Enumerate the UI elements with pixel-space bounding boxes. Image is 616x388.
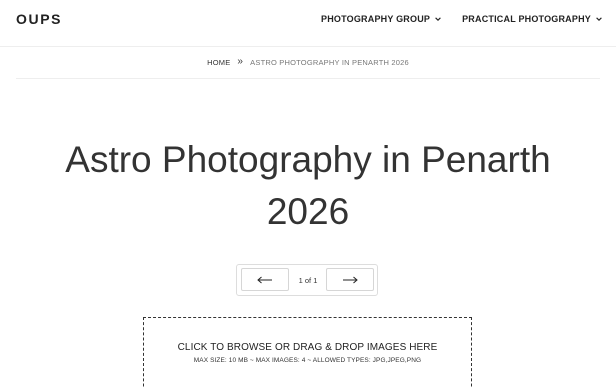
site-logo[interactable]: OUPS xyxy=(16,11,62,27)
breadcrumb-separator: » xyxy=(237,55,244,67)
nav-practical-photography[interactable]: PRACTICAL PHOTOGRAPHY xyxy=(462,14,603,24)
dropzone-instruction: CLICK TO BROWSE OR DRAG & DROP IMAGES HE… xyxy=(177,342,438,353)
page-title-line-2: 2026 xyxy=(266,191,350,232)
nav-label: PRACTICAL PHOTOGRAPHY xyxy=(462,14,591,24)
chevron-down-icon xyxy=(435,17,441,21)
chevron-down-icon xyxy=(596,17,602,21)
prev-page-button[interactable] xyxy=(241,268,289,291)
next-page-button[interactable] xyxy=(326,268,374,291)
pager: 1 of 1 xyxy=(236,264,378,296)
page-title-line-1: Astro Photography in Penarth xyxy=(65,139,551,180)
arrow-left-icon xyxy=(257,276,272,283)
page-title: Astro Photography in Penarth 2026 xyxy=(30,134,586,238)
page: OUPS PHOTOGRAPHY GROUP PRACTICAL PHOTOGR… xyxy=(0,0,616,388)
breadcrumb: HOME » ASTRO PHOTOGRAPHY IN PENARTH 2026 xyxy=(16,46,600,79)
nav-photography-group[interactable]: PHOTOGRAPHY GROUP xyxy=(321,14,442,24)
page-count: 1 of 1 xyxy=(298,275,318,285)
dropzone-limits: MAX SIZE: 10 MB ~ MAX IMAGES: 4 ~ ALLOWE… xyxy=(193,357,422,364)
main-nav: PHOTOGRAPHY GROUP PRACTICAL PHOTOGRAPHY xyxy=(321,14,603,24)
nav-label: PHOTOGRAPHY GROUP xyxy=(321,14,431,24)
breadcrumb-home[interactable]: HOME xyxy=(207,58,230,67)
site-header: OUPS PHOTOGRAPHY GROUP PRACTICAL PHOTOGR… xyxy=(0,0,616,47)
breadcrumb-current: ASTRO PHOTOGRAPHY IN PENARTH 2026 xyxy=(250,57,409,67)
image-dropzone[interactable]: CLICK TO BROWSE OR DRAG & DROP IMAGES HE… xyxy=(143,317,472,388)
arrow-right-icon xyxy=(343,276,358,283)
